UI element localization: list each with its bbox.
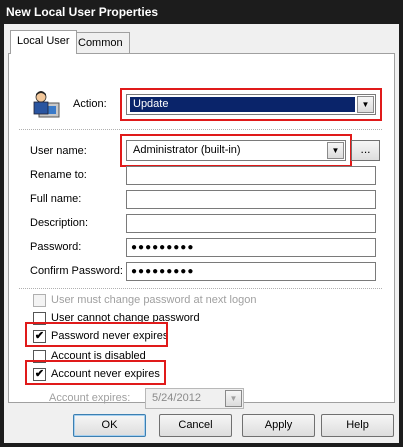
must-change-password-label: User must change password at next logon [51, 294, 257, 306]
account-expires-date[interactable]: 5/24/2012 ▼ [145, 388, 244, 409]
dialog-client-area: Local User Common Action: Update ▼ User … [4, 24, 399, 443]
chevron-down-icon[interactable]: ▼ [225, 390, 242, 407]
tab-local-user[interactable]: Local User [10, 30, 77, 54]
highlight-box-action [120, 88, 382, 121]
cancel-button[interactable]: Cancel [159, 414, 232, 437]
local-user-panel: Action: Update ▼ User name: Administrato… [8, 53, 395, 409]
separator [19, 129, 382, 130]
dialog-window: New Local User Properties Local User Com… [0, 0, 403, 447]
highlight-box-account-never-expires [25, 360, 166, 385]
highlight-box-password-never-expires [25, 322, 168, 347]
description-label: Description: [30, 217, 89, 229]
ok-button[interactable]: OK [73, 414, 146, 437]
full-name-label: Full name: [30, 193, 82, 205]
browse-button[interactable]: ... [351, 140, 380, 161]
apply-button[interactable]: Apply [242, 414, 315, 437]
window-title: New Local User Properties [0, 0, 403, 24]
rename-to-label: Rename to: [30, 169, 87, 181]
user-name-label: User name: [30, 145, 87, 157]
account-expires-label: Account expires: [49, 392, 131, 404]
full-name-input[interactable] [126, 190, 376, 209]
password-label: Password: [30, 241, 82, 253]
separator [19, 288, 382, 289]
checkbox-box[interactable] [33, 294, 46, 307]
rename-to-input[interactable] [126, 166, 376, 185]
help-button[interactable]: Help [321, 414, 394, 437]
highlight-box-user-name [120, 134, 352, 167]
account-expires-value: 5/24/2012 [152, 392, 201, 404]
confirm-password-input[interactable]: ●●●●●●●●● [126, 262, 376, 281]
password-input[interactable]: ●●●●●●●●● [126, 238, 376, 257]
description-input[interactable] [126, 214, 376, 233]
user-computer-icon [33, 91, 60, 118]
confirm-password-label: Confirm Password: [30, 265, 123, 277]
action-label: Action: [73, 98, 107, 110]
tab-common[interactable]: Common [71, 32, 130, 53]
